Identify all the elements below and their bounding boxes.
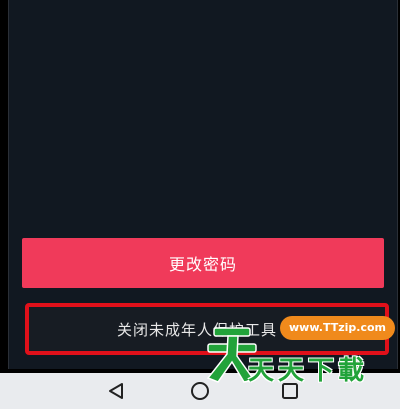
- change-password-label: 更改密码: [168, 255, 237, 274]
- close-minor-protection-button[interactable]: 关闭未成年人保护工具: [25, 303, 389, 355]
- home-icon[interactable]: [190, 381, 210, 401]
- recent-apps-icon[interactable]: [280, 381, 300, 401]
- system-navigation-bar: [0, 373, 400, 409]
- phone-frame: 更改密码 关闭未成年人保护工具 www.TTzip.com 天天下載: [0, 0, 400, 409]
- back-icon[interactable]: [106, 381, 126, 401]
- change-password-button[interactable]: 更改密码: [22, 238, 384, 288]
- close-minor-protection-label: 关闭未成年人保护工具: [116, 320, 277, 339]
